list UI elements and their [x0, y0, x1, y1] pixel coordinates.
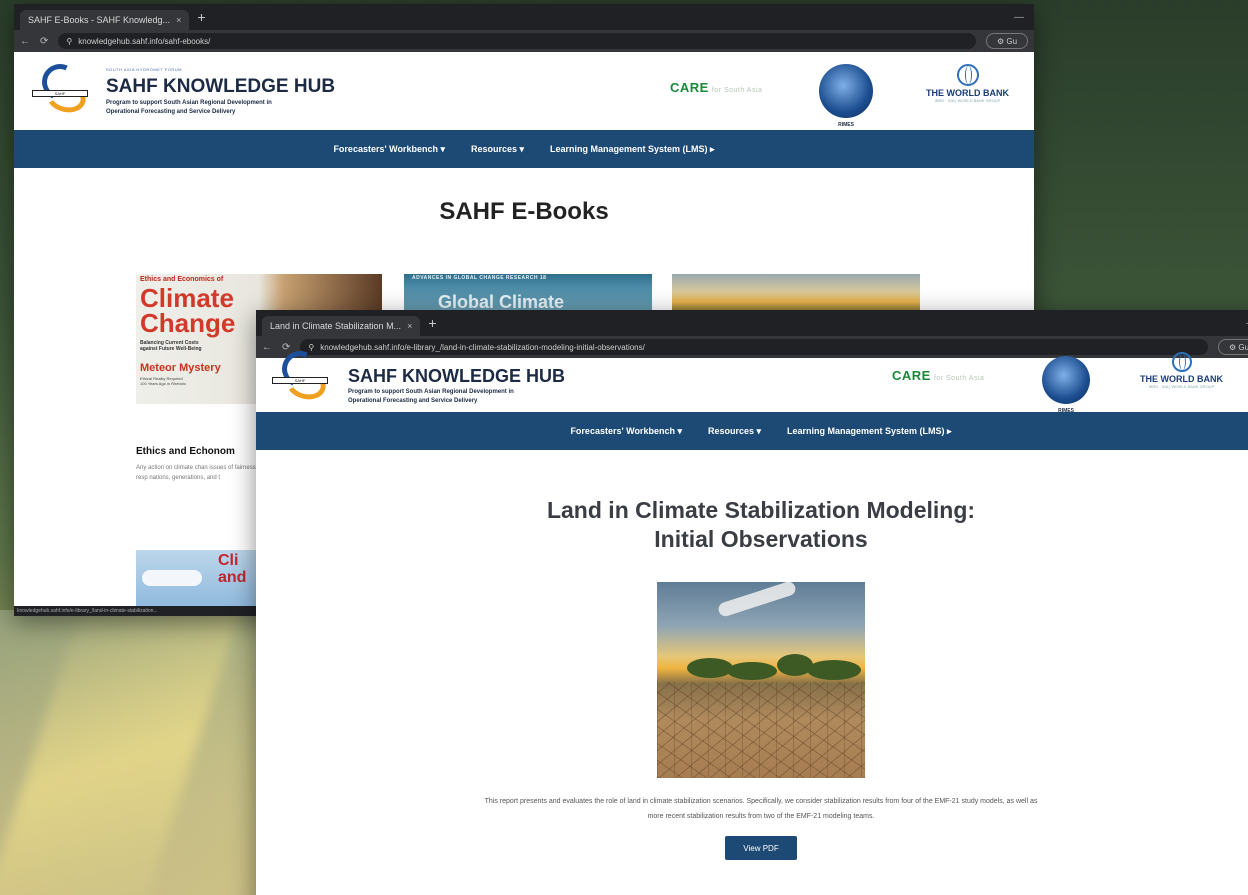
- tab-title: SAHF E-Books - SAHF Knowledg...: [28, 15, 171, 25]
- page-title-line-2: Initial Observations: [654, 526, 868, 552]
- rimes-label: RIMES: [838, 122, 854, 128]
- page-title: SAHF E-Books: [439, 198, 609, 225]
- cover-change: Change: [140, 308, 236, 338]
- cover-cl: Cli: [218, 552, 239, 569]
- minimize-icon[interactable]: —: [1004, 12, 1034, 23]
- address-bar: ← ⟳ ⚲ knowledgehub.sahf.info/e-library_/…: [256, 336, 1248, 358]
- cover-sub-2: against Future Well-Being: [140, 346, 202, 352]
- care-logo[interactable]: CARE for South Asia: [892, 368, 984, 383]
- view-pdf-button[interactable]: View PDF: [725, 836, 797, 860]
- site-header: SAHF SAHF KNOWLEDGE HUB Program to suppo…: [256, 345, 1248, 414]
- profile-button[interactable]: ⚙ Gu: [986, 33, 1028, 49]
- book-cover-land-climate[interactable]: [672, 274, 920, 314]
- close-tab-icon[interactable]: ×: [176, 15, 181, 25]
- care-logo[interactable]: CARE for South Asia: [670, 80, 762, 95]
- cover-headline: Climate Change: [140, 285, 236, 338]
- tab-sahf-ebooks[interactable]: SAHF E-Books - SAHF Knowledg... ×: [20, 10, 190, 30]
- cover-and: and: [218, 569, 247, 586]
- minimize-icon[interactable]: —: [1236, 318, 1248, 329]
- nav-lms[interactable]: Learning Management System (LMS) ▸: [787, 426, 952, 437]
- cover-title: Cli and: [218, 552, 246, 586]
- site-subtitle-2: Operational Forecasting and Service Deli…: [106, 108, 236, 115]
- nav-lms[interactable]: Learning Management System (LMS) ▸: [550, 144, 715, 155]
- cover-cloud: [142, 570, 202, 586]
- site-title[interactable]: SAHF KNOWLEDGE HUB: [348, 366, 565, 387]
- book-title[interactable]: Ethics and Echonom: [136, 446, 235, 457]
- cover-note-2: 100 Years Ago in Rhetoric: [140, 381, 187, 386]
- site-title[interactable]: SAHF KNOWLEDGE HUB: [106, 76, 335, 98]
- nav-forecasters-workbench[interactable]: Forecasters' Workbench ▾: [570, 426, 682, 437]
- tab-land-climate[interactable]: Land in Climate Stabilization M... ×: [262, 316, 421, 336]
- report-description: This report presents and evaluates the r…: [484, 798, 1038, 820]
- site-branding: SAHF KNOWLEDGE HUB Program to support So…: [348, 366, 565, 405]
- globe-icon: [956, 64, 979, 86]
- reload-icon[interactable]: ⟳: [40, 36, 48, 47]
- world-bank-tag: IBRD · IDA | WORLD BANK GROUP: [1148, 384, 1215, 389]
- link-status-bar: knowledgehub.sahf.info/e-library_/land-i…: [14, 606, 264, 616]
- nav-forecasters-workbench[interactable]: Forecasters' Workbench ▾: [333, 144, 445, 155]
- cover-series: ADVANCES IN GLOBAL CHANGE RESEARCH 18: [412, 275, 547, 281]
- site-subtitle-1: Program to support South Asian Regional …: [348, 388, 514, 395]
- cover-meteor: Meteor Mystery: [140, 362, 221, 374]
- world-bank-text: THE WORLD BANK: [926, 88, 1009, 98]
- main-nav: Forecasters' Workbench ▾ Resources ▾ Lea…: [14, 130, 1034, 168]
- url-text: knowledgehub.sahf.info/e-library_/land-i…: [320, 342, 645, 352]
- forum-tag: SOUTH ASIA HYDROMET FORUM: [106, 66, 182, 72]
- care-logo-suffix: for South Asia: [711, 87, 763, 94]
- tab-strip: SAHF E-Books - SAHF Knowledg... × + —: [14, 4, 1034, 30]
- book-description: Any action on climate chan issues of fai…: [136, 465, 268, 481]
- page-title: Land in Climate Stabilization Modeling: …: [256, 496, 1248, 554]
- back-icon[interactable]: ←: [20, 36, 30, 47]
- main-nav: Forecasters' Workbench ▾ Resources ▾ Lea…: [256, 412, 1248, 450]
- cover-note: Ethical Reality Required 100 Years Ago i…: [140, 376, 186, 386]
- rimes-logo[interactable]: RIMES: [1042, 356, 1090, 414]
- sahf-logo[interactable]: SAHF: [30, 58, 92, 122]
- url-field[interactable]: ⚲ knowledgehub.sahf.info/sahf-ebooks/: [58, 33, 976, 49]
- cover-top-text: Ethics and Economics of: [140, 276, 224, 283]
- care-logo-text: CARE: [892, 368, 931, 383]
- url-text: knowledgehub.sahf.info/sahf-ebooks/: [78, 36, 211, 46]
- new-tab-button[interactable]: +: [428, 315, 436, 331]
- site-subtitle-1: Program to support South Asian Regional …: [106, 99, 272, 106]
- nav-resources[interactable]: Resources ▾: [708, 426, 761, 437]
- report-cover-image: [657, 582, 865, 778]
- site-header: SAHF SOUTH ASIA HYDROMET FORUM SAHF KNOW…: [14, 52, 1034, 130]
- site-subtitle-2: Operational Forecasting and Service Deli…: [348, 397, 478, 404]
- rimes-logo[interactable]: RIMES: [819, 64, 873, 128]
- world-bank-logo[interactable]: THE WORLD BANK IBRD · IDA | WORLD BANK G…: [926, 64, 1009, 103]
- book-cover-global-climate[interactable]: ADVANCES IN GLOBAL CHANGE RESEARCH 18 Gl…: [404, 274, 652, 314]
- site-info-icon[interactable]: ⚲: [66, 37, 72, 46]
- page-title-line-1: Land in Climate Stabilization Modeling:: [546, 497, 976, 523]
- address-bar: ← ⟳ ⚲ knowledgehub.sahf.info/sahf-ebooks…: [14, 30, 1034, 52]
- world-bank-logo[interactable]: THE WORLD BANK IBRD · IDA | WORLD BANK G…: [1140, 352, 1223, 389]
- new-tab-button[interactable]: +: [197, 9, 205, 25]
- tab-strip: Land in Climate Stabilization M... × + —: [256, 310, 1248, 336]
- globe-icon: [1171, 352, 1192, 372]
- browser-window-land-climate[interactable]: Land in Climate Stabilization M... × + —…: [256, 310, 1248, 895]
- cover-subtitle: Balancing Current Costs against Future W…: [140, 340, 202, 352]
- nav-resources[interactable]: Resources ▾: [471, 144, 524, 155]
- site-branding: SOUTH ASIA HYDROMET FORUM SAHF KNOWLEDGE…: [106, 67, 335, 116]
- care-logo-text: CARE: [670, 80, 709, 95]
- rimes-label: RIMES: [1058, 408, 1074, 414]
- url-field[interactable]: ⚲ knowledgehub.sahf.info/e-library_/land…: [300, 339, 1208, 355]
- tab-title: Land in Climate Stabilization M...: [270, 321, 402, 331]
- close-tab-icon[interactable]: ×: [407, 321, 412, 331]
- world-bank-text: THE WORLD BANK: [1140, 374, 1223, 384]
- world-bank-tag: IBRD · IDA | WORLD BANK GROUP: [934, 98, 1001, 103]
- sahf-logo[interactable]: SAHF: [270, 345, 332, 409]
- care-logo-suffix: for South Asia: [933, 375, 985, 382]
